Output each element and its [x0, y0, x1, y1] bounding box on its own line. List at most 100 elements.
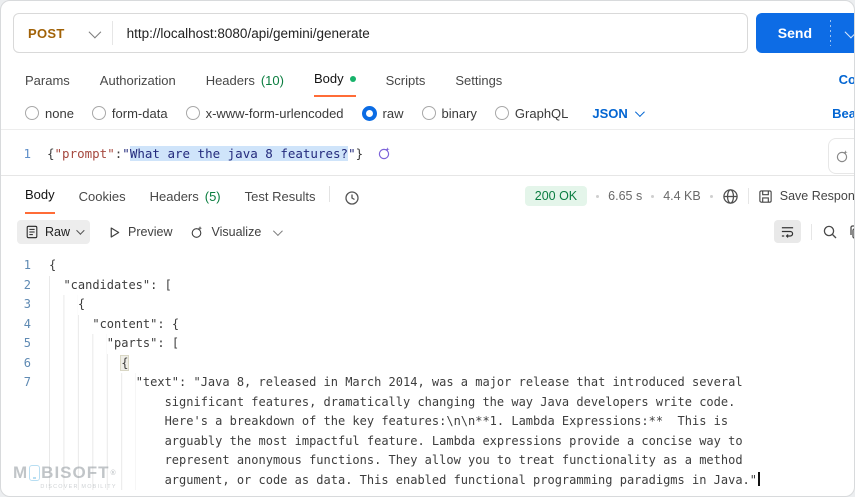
- send-button[interactable]: Send: [755, 13, 854, 53]
- wrap-text-toggle[interactable]: [774, 220, 801, 243]
- response-toolbar: Raw Preview Visualize: [1, 214, 854, 250]
- play-icon: [110, 226, 120, 238]
- radio-urlencoded[interactable]: x-www-form-urlencoded: [185, 106, 344, 121]
- code-line[interactable]: 1 {: [1, 256, 854, 276]
- selected-text: What are the java 8 features?: [129, 145, 349, 161]
- dot-separator: [651, 194, 655, 198]
- radio-icon: [185, 106, 200, 120]
- radio-icon: [494, 106, 509, 120]
- chevron-down-icon: [634, 106, 645, 117]
- visualize-sparkle-icon: [192, 226, 203, 238]
- send-button-label: Send: [777, 25, 812, 41]
- json-key: "prompt": [54, 145, 115, 161]
- code-line[interactable]: 6 {: [1, 353, 854, 373]
- status-badge: 200 OK: [524, 186, 588, 206]
- language-select[interactable]: JSON: [592, 106, 645, 121]
- beautify-link-clipped[interactable]: Bea: [832, 106, 854, 121]
- method-label: POST: [28, 25, 65, 41]
- response-header: Body Cookies Headers (5) Test Results 20…: [1, 176, 854, 214]
- raw-view-label: Raw: [45, 225, 71, 239]
- response-meta: 200 OK 6.65 s 4.4 KB Save Respon: [524, 186, 855, 206]
- document-icon: [26, 225, 38, 239]
- tab-test-results[interactable]: Test Results: [245, 189, 316, 214]
- save-icon: [759, 189, 772, 203]
- watermark-tagline: DISCOVER MOBILITY: [40, 484, 117, 490]
- body-modified-dot: [349, 75, 356, 82]
- tab-body[interactable]: Body: [313, 71, 356, 97]
- request-bar: POST http://localhost:8080/api/gemini/ge…: [1, 1, 854, 63]
- chevron-down-icon: [88, 25, 101, 38]
- copy-icon[interactable]: [848, 224, 854, 240]
- request-tabs: Params Authorization Headers (10) Body S…: [1, 63, 854, 97]
- tab-headers[interactable]: Headers (10): [206, 73, 284, 97]
- matched-bracket: {: [120, 354, 130, 371]
- tab-params[interactable]: Params: [25, 73, 70, 97]
- divider: [329, 186, 331, 202]
- search-icon[interactable]: [822, 224, 838, 240]
- app-window: POST http://localhost:8080/api/gemini/ge…: [0, 0, 855, 497]
- code-line[interactable]: 3 {: [1, 295, 854, 315]
- tab-response-headers[interactable]: Headers (5): [150, 189, 221, 214]
- url-group: POST http://localhost:8080/api/gemini/ge…: [13, 13, 748, 53]
- editor-edge-postbot-button[interactable]: [828, 138, 854, 174]
- toolbar-right-icons: [774, 220, 854, 243]
- tab-scripts[interactable]: Scripts: [386, 73, 426, 97]
- visualize-options-caret[interactable]: [273, 223, 284, 241]
- response-headers-count: (5): [204, 189, 221, 204]
- watermark-prefix: M: [13, 463, 29, 482]
- request-code-line[interactable]: 1 {"prompt": " What are the java 8 featur…: [1, 142, 854, 164]
- text-cursor: [758, 471, 760, 486]
- chevron-down-icon: [273, 226, 284, 237]
- tab-response-body[interactable]: Body: [25, 187, 55, 214]
- send-options-caret[interactable]: [831, 25, 854, 41]
- radio-none[interactable]: none: [25, 106, 74, 121]
- registered-mark: ®: [110, 469, 117, 477]
- mobisoft-watermark: M BISOFT ® DISCOVER MOBILITY: [13, 463, 117, 490]
- response-history-icon[interactable]: [344, 190, 360, 206]
- response-code-viewer[interactable]: 1 { 2 "candidates": [ 3 { 4 "content": {…: [1, 250, 854, 490]
- radio-icon: [91, 106, 106, 120]
- body-type-bar: none form-data x-www-form-urlencoded raw…: [1, 97, 854, 129]
- chevron-down-icon: [844, 25, 854, 38]
- method-select[interactable]: POST: [14, 25, 112, 41]
- save-response-label: Save Response: [779, 189, 855, 203]
- radio-binary[interactable]: binary: [421, 106, 477, 121]
- watermark-suffix: BISOFT: [41, 463, 110, 482]
- response-time: 6.65 s: [608, 189, 643, 203]
- postbot-sparkle-icon[interactable]: [373, 142, 395, 164]
- raw-view-select[interactable]: Raw: [17, 220, 91, 244]
- radio-selected-icon: [361, 105, 377, 121]
- code-line[interactable]: 7 "text": "Java 8, released in March 201…: [1, 373, 854, 490]
- headers-count: (10): [260, 73, 284, 88]
- wrap-text-icon: [781, 227, 794, 238]
- code-line[interactable]: 4 "content": {: [1, 314, 854, 334]
- network-globe-icon[interactable]: [722, 188, 739, 205]
- tab-response-cookies[interactable]: Cookies: [79, 189, 126, 214]
- divider: [811, 223, 812, 240]
- radio-icon: [421, 106, 436, 120]
- dot-separator: [709, 194, 713, 198]
- save-response-button[interactable]: Save Response: [758, 189, 855, 204]
- chevron-down-icon: [76, 226, 85, 235]
- visualize-button[interactable]: Visualize: [190, 225, 261, 239]
- url-input[interactable]: http://localhost:8080/api/gemini/generat…: [113, 26, 370, 41]
- radio-graphql[interactable]: GraphQL: [494, 106, 568, 121]
- cookies-link-clipped[interactable]: Co: [839, 72, 854, 87]
- tab-settings[interactable]: Settings: [455, 73, 502, 97]
- radio-form-data[interactable]: form-data: [91, 106, 168, 121]
- phone-icon: [29, 465, 41, 481]
- dot-separator: [596, 194, 600, 198]
- request-body-editor[interactable]: 1 {"prompt": " What are the java 8 featur…: [1, 129, 854, 176]
- line-number: 1: [23, 145, 31, 161]
- preview-button[interactable]: Preview: [108, 225, 172, 239]
- preview-label: Preview: [128, 225, 173, 239]
- response-tabs: Body Cookies Headers (5) Test Results: [25, 187, 315, 214]
- code-line[interactable]: 5 "parts": [: [1, 334, 854, 354]
- code-line[interactable]: 2 "candidates": [: [1, 275, 854, 295]
- radio-raw[interactable]: raw: [361, 105, 404, 121]
- radio-icon: [25, 106, 39, 120]
- divider: [747, 188, 749, 204]
- response-size: 4.4 KB: [663, 189, 701, 203]
- visualize-label: Visualize: [211, 225, 262, 239]
- tab-authorization[interactable]: Authorization: [100, 73, 176, 97]
